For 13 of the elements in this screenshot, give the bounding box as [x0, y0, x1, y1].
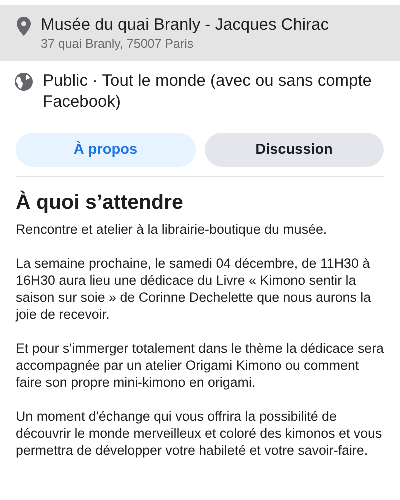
venue-name: Musée du quai Branly - Jacques Chirac	[41, 15, 329, 36]
venue-address: 37 quai Branly, 75007 Paris	[41, 36, 195, 53]
description-paragraph: La semaine prochaine, le samedi 04 décembre, de 11H30 à 16H30 aura lieu une dédicace du Livre « Kimono sentir la saison sur soie » de Corinne Dechelette que nous aurons la joie de recevoir.	[16, 255, 372, 323]
map-pin-icon	[17, 17, 31, 36]
description-paragraph: Un moment d'échange qui vous offrira la possibilité de découvrir le monde merveilleux et coloré des kimonos et vous permettra de développer votre habileté et votre savoir-faire.	[16, 408, 384, 459]
globe-icon	[15, 73, 33, 91]
tab[interactable]: À propos	[16, 133, 196, 167]
tab[interactable]: Discussion	[204, 133, 384, 167]
section-heading: À quoi s’attendre	[16, 191, 184, 215]
privacy-text: Public · Tout le monde (avec ou sans compte Facebook)	[43, 71, 373, 113]
location-bar[interactable]: Musée du quai Branly - Jacques Chirac 37 quai Branly, 75007 Paris	[0, 5, 400, 61]
description-paragraph: Rencontre et atelier à la librairie-boutique du musée.	[16, 221, 328, 238]
description-paragraph: Et pour s'immerger totalement dans le thème la dédicace sera accompagnée par un atelier Origami Kimono ou comment faire son propre mini-kimono en origami.	[16, 340, 386, 391]
